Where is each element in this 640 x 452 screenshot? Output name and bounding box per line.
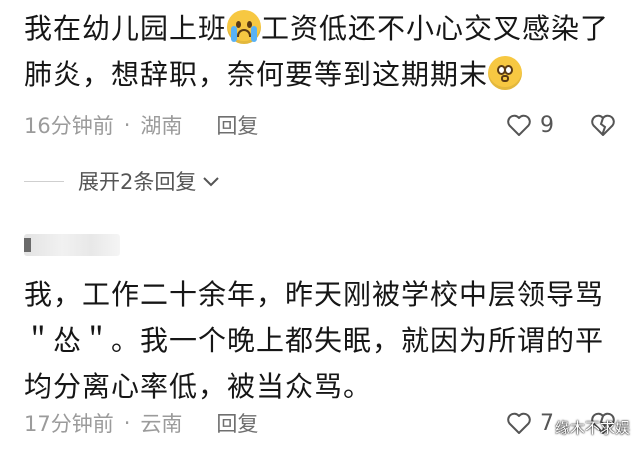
- comment-2-meta: 17分钟前 · 云南 回复 7: [24, 405, 616, 441]
- comment-1-time: 16分钟前: [24, 114, 114, 138]
- comment-1-text-part1: 我在幼儿园上班: [24, 12, 228, 45]
- pleading-face-emoji-icon: [488, 56, 523, 90]
- meta-separator: ·: [123, 411, 131, 435]
- dislike-broken-heart-icon[interactable]: [590, 113, 616, 137]
- comment-1-reply-button[interactable]: 回复: [216, 110, 258, 140]
- expand-replies-label: 展开2条回复: [78, 170, 197, 194]
- comment-1-location: 湖南: [140, 114, 183, 138]
- like-heart-icon[interactable]: [506, 411, 532, 435]
- comment-2-location: 云南: [140, 412, 183, 436]
- expand-replies-button[interactable]: 展开2条回复: [24, 166, 220, 196]
- comment-2-reply-button[interactable]: 回复: [216, 408, 258, 438]
- comment-2-like-count: 7: [540, 410, 554, 436]
- comment-2-time: 17分钟前: [24, 412, 114, 436]
- like-heart-icon[interactable]: [506, 113, 532, 137]
- comment-1-meta: 16分钟前 · 湖南 回复 9: [24, 107, 616, 143]
- expand-divider-line: [24, 180, 64, 182]
- comment-1-like-count: 9: [540, 112, 554, 138]
- crying-face-emoji-icon: [227, 10, 262, 44]
- watermark-text: 缘木不求娱: [554, 419, 630, 437]
- chevron-down-icon: [202, 175, 220, 187]
- meta-separator: ·: [123, 113, 131, 137]
- comment-2-username-blurred: [24, 234, 120, 256]
- comment-2-text: 我，工作二十余年，昨天刚被学校中层领导骂＂怂＂。我一个晚上都失眠，就因为所谓的平…: [24, 278, 605, 403]
- comment-1-text: 我在幼儿园上班 工资低还不小心交叉感染了肺炎，想辞职，奈何要等到这期期末: [24, 6, 624, 98]
